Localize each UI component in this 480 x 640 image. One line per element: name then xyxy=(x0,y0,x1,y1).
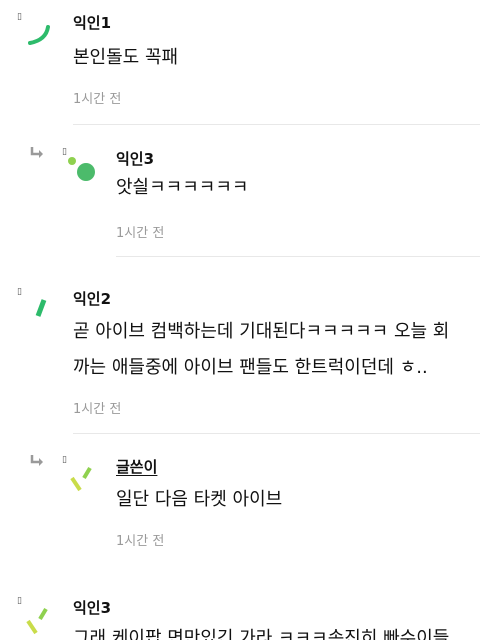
comment-text: 그래 케이팝 면만있긴 가라 ㅋㅋㅋ속진히 빠수이들 xyxy=(73,628,450,640)
comment-item: ▯ 익인1 본인돌도 꼭패 1시간 전 xyxy=(0,0,480,126)
reply-arrow-icon xyxy=(30,147,43,158)
reply-arrow-icon xyxy=(30,455,43,466)
anonymous-avatar-icon[interactable] xyxy=(24,10,52,46)
comment-item: ▯ 익인2 곧 아이브 컴백하는데 기대된다ㅋㅋㅋㅋㅋ 오늘 회 까는 애들중에… xyxy=(0,258,480,434)
comment-timestamp: 1시간 전 xyxy=(116,226,165,241)
list-bullet: ▯ xyxy=(17,12,22,22)
comment-timestamp: 1시간 전 xyxy=(73,92,122,107)
anonymous-avatar-icon[interactable] xyxy=(66,464,96,496)
comment-text: 까는 애들중에 아이브 팬들도 한트럭이던데 ㅎ.. xyxy=(73,357,428,378)
reply-item: ▯ 글쓴이 일단 다음 타켓 아이브 1시간 전 xyxy=(0,434,480,579)
comment-author[interactable]: 익인3 xyxy=(73,597,111,618)
comment-author[interactable]: 익인1 xyxy=(73,12,111,33)
comment-divider xyxy=(116,256,480,257)
anonymous-avatar-icon[interactable] xyxy=(28,292,54,322)
anonymous-avatar-icon[interactable] xyxy=(24,605,54,637)
anonymous-avatar-icon[interactable] xyxy=(64,154,96,184)
reply-item: ▯ 익인3 앗싈ㅋㅋㅋㅋㅋㅋ 1시간 전 xyxy=(0,126,480,258)
comment-item: ▯ 익인3 그래 케이팝 면만있긴 가라 ㅋㅋㅋ속진히 빠수이들 xyxy=(0,579,480,640)
comment-text: 본인돌도 꼭패 xyxy=(73,47,179,68)
comment-text: 곧 아이브 컴백하는데 기대된다ㅋㅋㅋㅋㅋ 오늘 회 xyxy=(73,321,450,342)
comment-author[interactable]: 익인3 xyxy=(116,148,154,169)
comment-divider xyxy=(73,124,480,125)
comment-timestamp: 1시간 전 xyxy=(73,402,122,417)
list-bullet: ▯ xyxy=(17,596,22,606)
comment-text: 앗싈ㅋㅋㅋㅋㅋㅋ xyxy=(116,177,249,198)
comment-text: 일단 다음 타켓 아이브 xyxy=(116,489,283,510)
comment-timestamp: 1시간 전 xyxy=(116,534,165,549)
list-bullet: ▯ xyxy=(17,287,22,297)
comment-author-op[interactable]: 글쓴이 xyxy=(116,456,157,477)
comment-author[interactable]: 익인2 xyxy=(73,288,111,309)
